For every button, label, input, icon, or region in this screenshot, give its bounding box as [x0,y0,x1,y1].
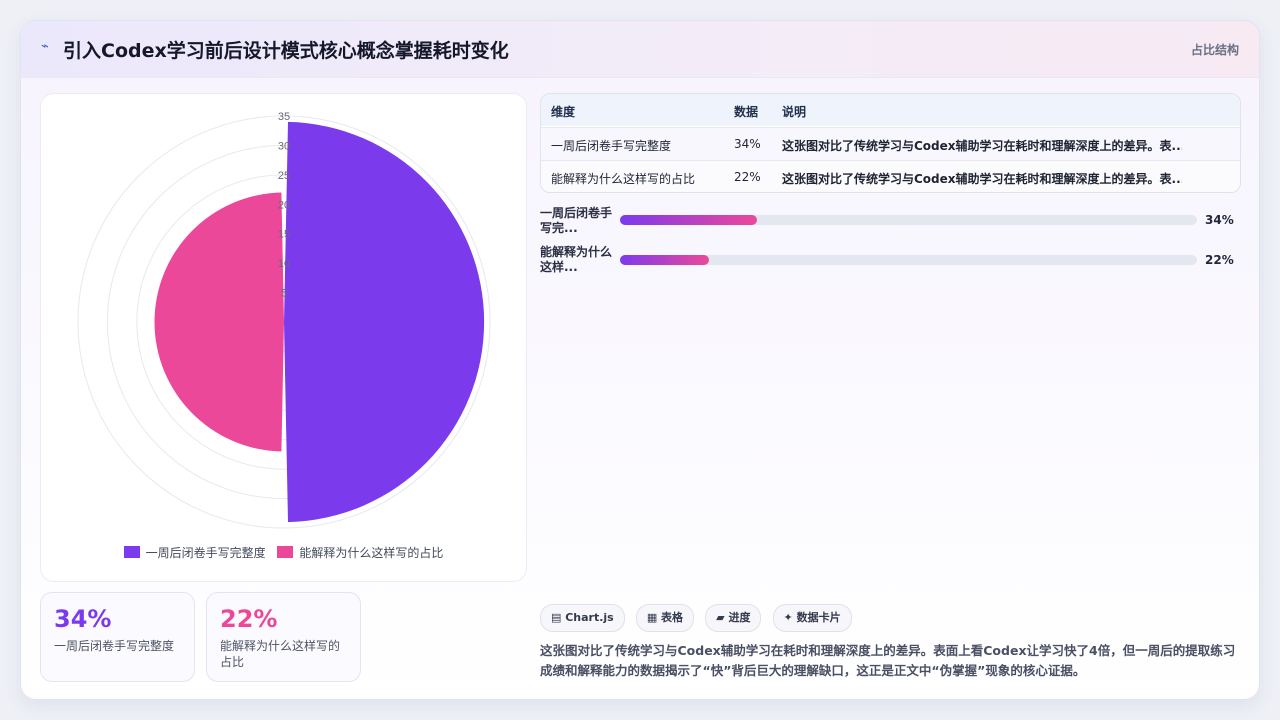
polar-chart-panel: 35 30 25 20 15 10 5 一周后闭卷手写完整度 能解释为什么这样写的占比 [40,93,527,582]
chip-chartjs[interactable]: ▤ Chart.js [540,604,625,632]
chip-data-card[interactable]: ✦ 数据卡片 [772,604,852,632]
table-header-row: 维度 数据 说明 [541,94,1240,126]
table-row: 一周后闭卷手写完整度 34% 这张图对比了传统学习与Codex辅助学习在耗时和理… [541,127,1240,160]
table-header-note: 说明 [782,105,807,119]
stat-label: 一周后闭卷手写完整度 [54,639,175,653]
legend-item-1[interactable]: 能解释为什么这样写的占比 [277,544,443,561]
table-cell: 这张图对比了传统学习与Codex辅助学习在耗时和理解深度上的差异。表... [782,139,1182,153]
dashboard-card: ⌁ 引入Codex学习前后设计模式核心概念掌握耗时变化 占比结构 35 30 25 2… [20,20,1260,700]
chip-progress[interactable]: ▰ 进度 [705,604,762,632]
progress-value-1: 22% [1205,253,1234,267]
polar-slice-1[interactable] [154,192,284,452]
table-cell: 这张图对比了传统学习与Codex辅助学习在耗时和理解深度上的差异。表... [782,172,1182,186]
progress-label-1: 能解释为什么这样... [540,245,613,274]
chart-type-tag: 占比结构 [1190,43,1239,57]
progress-track-0 [620,215,1197,225]
legend-label-1: 能解释为什么这样写的占比 [299,546,444,560]
r-tick-label-5: 10 [278,258,290,270]
data-table: 维度 数据 说明 一周后闭卷手写完整度 34% 这张图对比了传统学习与Codex… [540,93,1241,193]
r-tick-label-0: 35 [278,111,290,123]
polar-slice-0[interactable] [284,121,485,523]
table-cell: 22% [734,170,761,184]
stat-card-completeness: 34% 一周后闭卷手写完整度 [40,592,195,682]
r-tick-label-3: 20 [278,199,290,211]
r-tick-label-2: 25 [278,170,290,182]
polar-area-chart: 35 30 25 20 15 10 5 [77,111,491,529]
table-header-data: 数据 [734,105,759,119]
r-tick-label-1: 30 [278,140,290,152]
r-tick-label-6: 5 [281,288,287,300]
progress-value-0: 34% [1205,213,1234,227]
legend-label-0: 一周后闭卷手写完整度 [145,546,266,560]
table-header-dimension: 维度 [551,105,576,119]
progress-track-1 [620,255,1197,265]
legend-item-0[interactable]: 一周后闭卷手写完整度 [123,544,266,561]
stat-card-explain: 22% 能解释为什么这样写的占比 [206,592,361,682]
legend-swatch-1 [277,546,294,558]
chart-legend: 一周后闭卷手写完整度 能解释为什么这样写的占比 [41,544,526,561]
feature-chips: ▤ Chart.js ▦ 表格 ▰ 进度 ✦ 数据卡片 [540,604,858,632]
chart-logo-icon: ⌁ [41,39,49,54]
table-row: 能解释为什么这样写的占比 22% 这张图对比了传统学习与Codex辅助学习在耗时… [541,160,1240,192]
table-cell: 能解释为什么这样写的占比 [551,172,696,186]
legend-swatch-0 [123,546,140,558]
r-tick-label-4: 15 [278,229,290,241]
stat-value: 22% [220,605,278,633]
progress-fill-0 [620,215,758,225]
card-header: ⌁ 引入Codex学习前后设计模式核心概念掌握耗时变化 占比结构 [21,21,1259,78]
progress-fill-1 [620,255,709,265]
chip-table[interactable]: ▦ 表格 [635,604,695,632]
table-cell: 34% [734,137,761,151]
chart-description: 这张图对比了传统学习与Codex辅助学习在耗时和理解深度上的差异。表面上看Cod… [540,643,1236,678]
stat-label: 能解释为什么这样写的占比 [220,639,341,669]
table-cell: 一周后闭卷手写完整度 [551,139,672,153]
progress-label-0: 一周后闭卷手写完... [540,206,613,235]
page-title: 引入Codex学习前后设计模式核心概念掌握耗时变化 [63,40,509,62]
stat-value: 34% [54,605,112,633]
